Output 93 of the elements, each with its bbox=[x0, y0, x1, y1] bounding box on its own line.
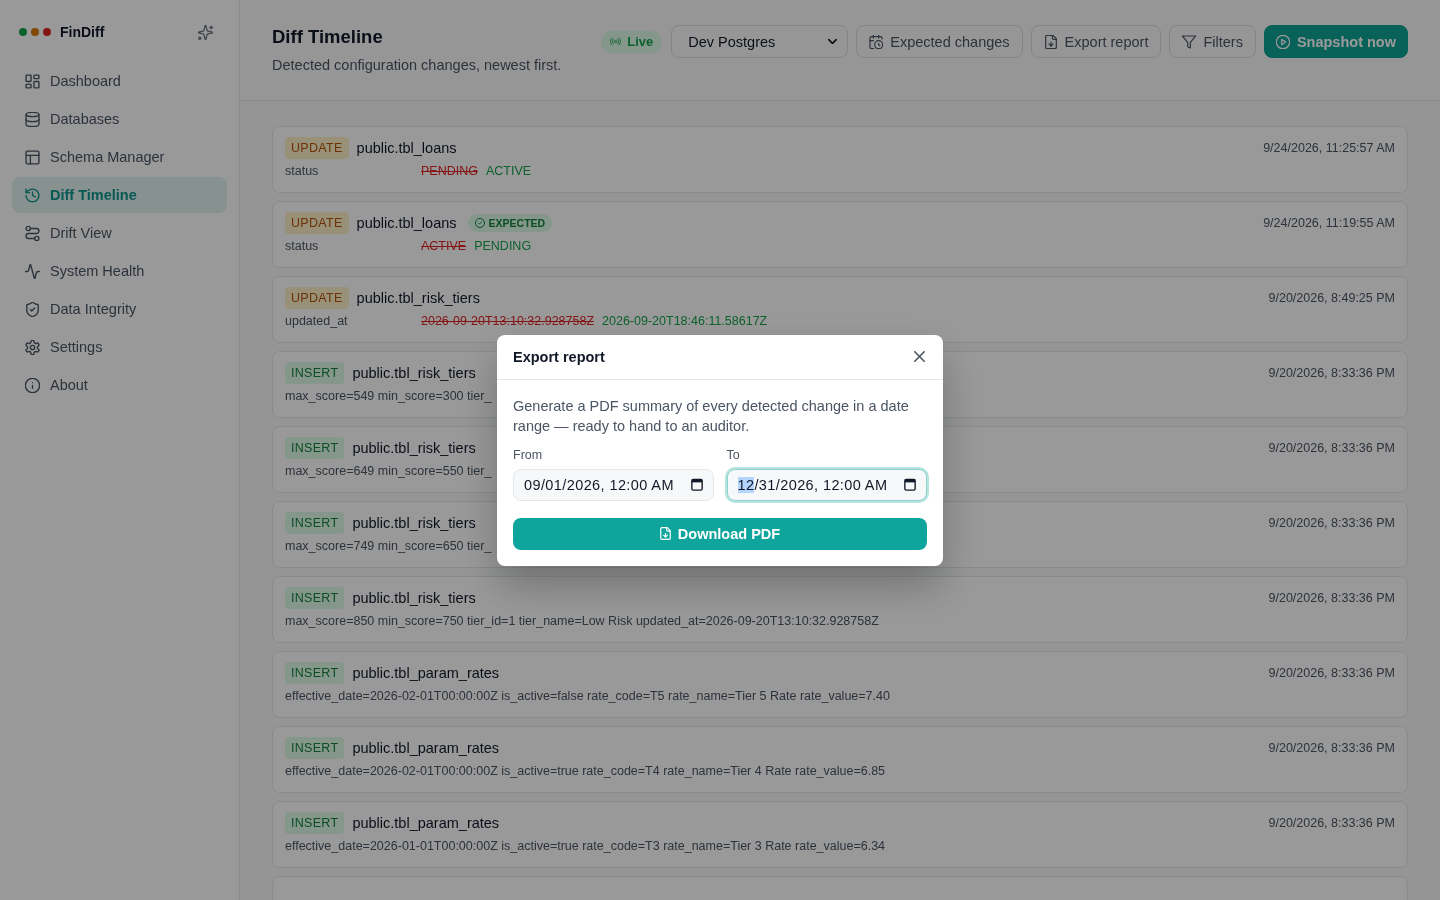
table-name: public.tbl_risk_tiers bbox=[352, 440, 476, 456]
nav-item[interactable]: Data Integrity bbox=[12, 291, 227, 327]
old-value: PENDING bbox=[421, 164, 478, 178]
brand-name: FinDiff bbox=[60, 24, 105, 40]
date-time-field[interactable]: 12/31/2026, 12:00 AM bbox=[726, 468, 927, 501]
toolbar-button[interactable]: Filters bbox=[1169, 25, 1256, 58]
event-timestamp: 9/20/2026, 8:33:36 PM bbox=[1268, 516, 1395, 530]
event-timestamp: 9/20/2026, 8:33:36 PM bbox=[1268, 441, 1395, 455]
history-icon bbox=[25, 187, 40, 203]
download-pdf-button[interactable]: Download PDF bbox=[513, 517, 927, 550]
table-name: public.tbl_risk_tiers bbox=[352, 590, 476, 606]
sparkle-icon[interactable] bbox=[198, 24, 213, 40]
nav-item[interactable]: Diff Timeline bbox=[12, 177, 227, 213]
field-label: From bbox=[513, 446, 543, 463]
table-name: public.tbl_risk_tiers bbox=[356, 290, 480, 306]
settings-icon bbox=[25, 339, 40, 355]
dialog-description: Generate a PDF summary of every detected change in a date range — ready to hand to an auditor. bbox=[513, 396, 910, 436]
live-status-label: Live bbox=[627, 34, 654, 49]
new-value: ACTIVE bbox=[485, 164, 532, 178]
logo-icon bbox=[19, 27, 51, 36]
old-value: 2026-09-20T13:10:32.928758Z bbox=[421, 314, 595, 328]
inserted-values: max_score=749 min_score=650 tier_ bbox=[285, 539, 492, 553]
table-name: public.tbl_risk_tiers bbox=[352, 365, 476, 381]
operation-badge: INSERT bbox=[285, 662, 345, 684]
nav-item[interactable]: About bbox=[12, 367, 227, 403]
route-icon bbox=[25, 225, 40, 241]
nav-item[interactable]: Schema Manager bbox=[12, 139, 227, 175]
date-time-field[interactable]: 09/01/2026, 12:00 AM bbox=[513, 468, 714, 501]
operation-badge: INSERT bbox=[285, 437, 345, 459]
table-icon bbox=[25, 149, 40, 165]
old-value: ACTIVE bbox=[421, 239, 467, 253]
new-value: 2026-09-20T18:46:11.58617Z bbox=[602, 314, 768, 328]
operation-badge: UPDATE bbox=[285, 137, 349, 159]
event-timestamp: 9/20/2026, 8:33:36 PM bbox=[1268, 816, 1395, 830]
filter-icon bbox=[1182, 34, 1197, 49]
info-icon bbox=[25, 377, 40, 393]
inserted-values: effective_date=2026-01-01T00:00:00Z is_active=true rate_code=T3 rate_name=Tier 3 Rate rate_value=6.34 bbox=[285, 839, 886, 853]
page-title: Diff Timeline bbox=[272, 25, 384, 49]
pulse-line-icon bbox=[25, 263, 40, 279]
close-icon[interactable] bbox=[914, 351, 925, 362]
page-subtitle: Detected configuration changes, newest first. bbox=[272, 56, 562, 75]
nav-item[interactable]: System Health bbox=[12, 253, 227, 289]
dashboard-grid-icon bbox=[25, 73, 40, 89]
new-value: PENDING bbox=[474, 239, 532, 253]
broadcast-icon bbox=[610, 37, 622, 46]
chevron-down-icon bbox=[828, 39, 838, 44]
field-label: To bbox=[726, 446, 740, 463]
inserted-values: max_score=549 min_score=300 tier_ bbox=[285, 389, 492, 403]
event-timestamp: 9/20/2026, 8:33:36 PM bbox=[1268, 591, 1395, 605]
inserted-values: max_score=649 min_score=550 tier_ bbox=[285, 464, 492, 478]
file-download-icon bbox=[1043, 34, 1058, 49]
event-timestamp: 9/20/2026, 8:49:25 PM bbox=[1268, 291, 1395, 305]
nav-item[interactable]: Dashboard bbox=[12, 63, 227, 99]
tag-label: EXPECTED bbox=[488, 217, 546, 229]
operation-badge: INSERT bbox=[285, 587, 345, 609]
field-name: status bbox=[285, 164, 320, 178]
table-name: public.tbl_risk_tiers bbox=[352, 515, 476, 531]
calendar-clock-icon bbox=[869, 34, 884, 49]
field-name: status bbox=[285, 239, 320, 253]
inserted-values: max_score=850 min_score=750 tier_id=1 tier_name=Low Risk updated_at=2026-09-20T13:10:32.928758Z bbox=[285, 614, 879, 628]
operation-badge: UPDATE bbox=[285, 212, 349, 234]
check-circle-icon bbox=[474, 218, 485, 228]
calendar-icon[interactable] bbox=[904, 478, 916, 491]
operation-badge: INSERT bbox=[285, 737, 345, 759]
nav-item[interactable]: Databases bbox=[12, 101, 227, 137]
nav-item[interactable]: Drift View bbox=[12, 215, 227, 251]
table-name: public.tbl_loans bbox=[356, 140, 457, 156]
table-name: public.tbl_param_rates bbox=[352, 665, 500, 681]
toolbar-button[interactable]: Snapshot now bbox=[1263, 25, 1408, 58]
event-timestamp: 9/20/2026, 8:33:36 PM bbox=[1268, 366, 1395, 380]
field-name: updated_at bbox=[285, 314, 349, 328]
table-name: public.tbl_param_rates bbox=[352, 740, 500, 756]
database-select[interactable]: Dev Postgres bbox=[671, 25, 849, 58]
operation-badge: UPDATE bbox=[285, 287, 349, 309]
table-name: public.tbl_param_rates bbox=[352, 815, 500, 831]
calendar-icon[interactable] bbox=[690, 478, 703, 491]
event-timestamp: 9/20/2026, 8:33:36 PM bbox=[1268, 741, 1395, 755]
table-name: public.tbl_loans bbox=[356, 215, 457, 231]
event-timestamp: 9/24/2026, 11:25:57 AM bbox=[1263, 141, 1395, 155]
toolbar-button[interactable]: Export report bbox=[1030, 25, 1162, 58]
dialog-title: Export report bbox=[513, 348, 605, 365]
nav-item[interactable]: Settings bbox=[12, 329, 227, 365]
database-icon bbox=[25, 111, 40, 127]
operation-badge: INSERT bbox=[285, 812, 345, 834]
inserted-values: effective_date=2026-02-01T00:00:00Z is_active=true rate_code=T4 rate_name=Tier 4 Rate rate_value=6.85 bbox=[285, 764, 886, 778]
event-timestamp: 9/24/2026, 11:19:55 AM bbox=[1263, 216, 1395, 230]
shield-check-icon bbox=[25, 301, 40, 317]
operation-badge: INSERT bbox=[285, 512, 345, 534]
event-timestamp: 9/20/2026, 8:33:36 PM bbox=[1268, 666, 1395, 680]
file-download-icon bbox=[659, 527, 671, 540]
inserted-values: effective_date=2026-02-01T00:00:00Z is_active=false rate_code=T5 rate_name=Tier 5 Rate rate_value=7.40 bbox=[285, 689, 890, 703]
operation-badge: INSERT bbox=[285, 362, 345, 384]
toolbar-button[interactable]: Expected changes bbox=[856, 25, 1023, 58]
